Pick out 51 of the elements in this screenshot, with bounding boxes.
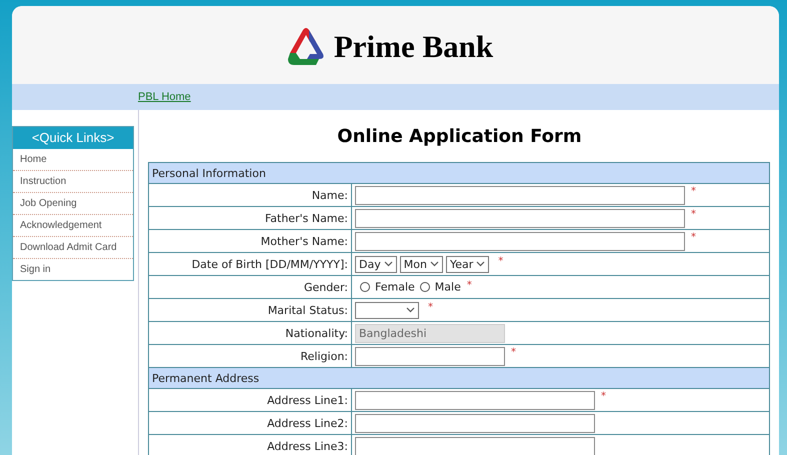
logo-icon [286,27,326,67]
dropdown[interactable] [355,302,419,318]
field-label: Nationality: [148,322,352,344]
dropdown[interactable]: Day [355,256,397,272]
required-mark: * [691,208,696,220]
required-mark: * [498,256,504,266]
field-label: Address Line1: [148,388,352,412]
required-mark: * [691,232,696,242]
quick-link[interactable]: Job Opening [13,193,133,215]
field-label: Gender: [148,276,352,298]
input-field[interactable] [355,186,685,204]
input-field[interactable] [355,346,505,366]
input-field: Bangladeshi [355,324,505,342]
field-label: Address Line3: [148,434,352,455]
input-field[interactable] [355,390,595,410]
section-heading: Personal Information [148,162,770,184]
required-mark: * [466,280,472,292]
input-field[interactable] [355,232,685,250]
quick-link[interactable]: Acknowledgement [13,215,133,237]
input-field[interactable] [355,208,685,228]
quick-link[interactable]: Download Admit Card [13,237,133,259]
quick-link[interactable]: Home [13,149,133,171]
input-field[interactable] [355,414,595,432]
dropdown[interactable]: Mon [400,256,443,272]
quick-links-title: <Quick Links> [13,127,133,149]
required-mark: * [691,186,696,196]
required-mark: * [601,390,606,402]
caret-icon [430,261,439,267]
radio-label: Female [375,280,415,294]
field-label: Marital Status: [148,298,352,322]
quick-link[interactable]: Sign in [13,259,133,280]
caret-icon [406,307,415,313]
home-link[interactable]: PBL Home [138,91,191,103]
caret-icon [476,261,486,267]
input-field[interactable] [355,436,595,455]
quick-link[interactable]: Instruction [13,171,133,193]
radio-button[interactable] [360,282,370,292]
bank-name: Prime Bank [334,29,494,65]
radio-label: Male [434,280,461,294]
required-mark: * [428,302,433,312]
field-label: Date of Birth [DD/MM/YYYY]: [148,252,352,276]
dropdown[interactable]: Year [446,256,490,272]
caret-icon [384,261,393,267]
field-label: Name: [148,184,352,206]
required-mark: * [511,346,516,358]
field-label: Father's Name: [148,206,352,230]
field-label: Address Line2: [148,412,352,434]
form-title: Online Application Form [336,125,583,149]
radio-button[interactable] [420,282,430,292]
field-label: Mother's Name: [148,230,352,252]
section-heading: Permanent Address [148,368,770,388]
